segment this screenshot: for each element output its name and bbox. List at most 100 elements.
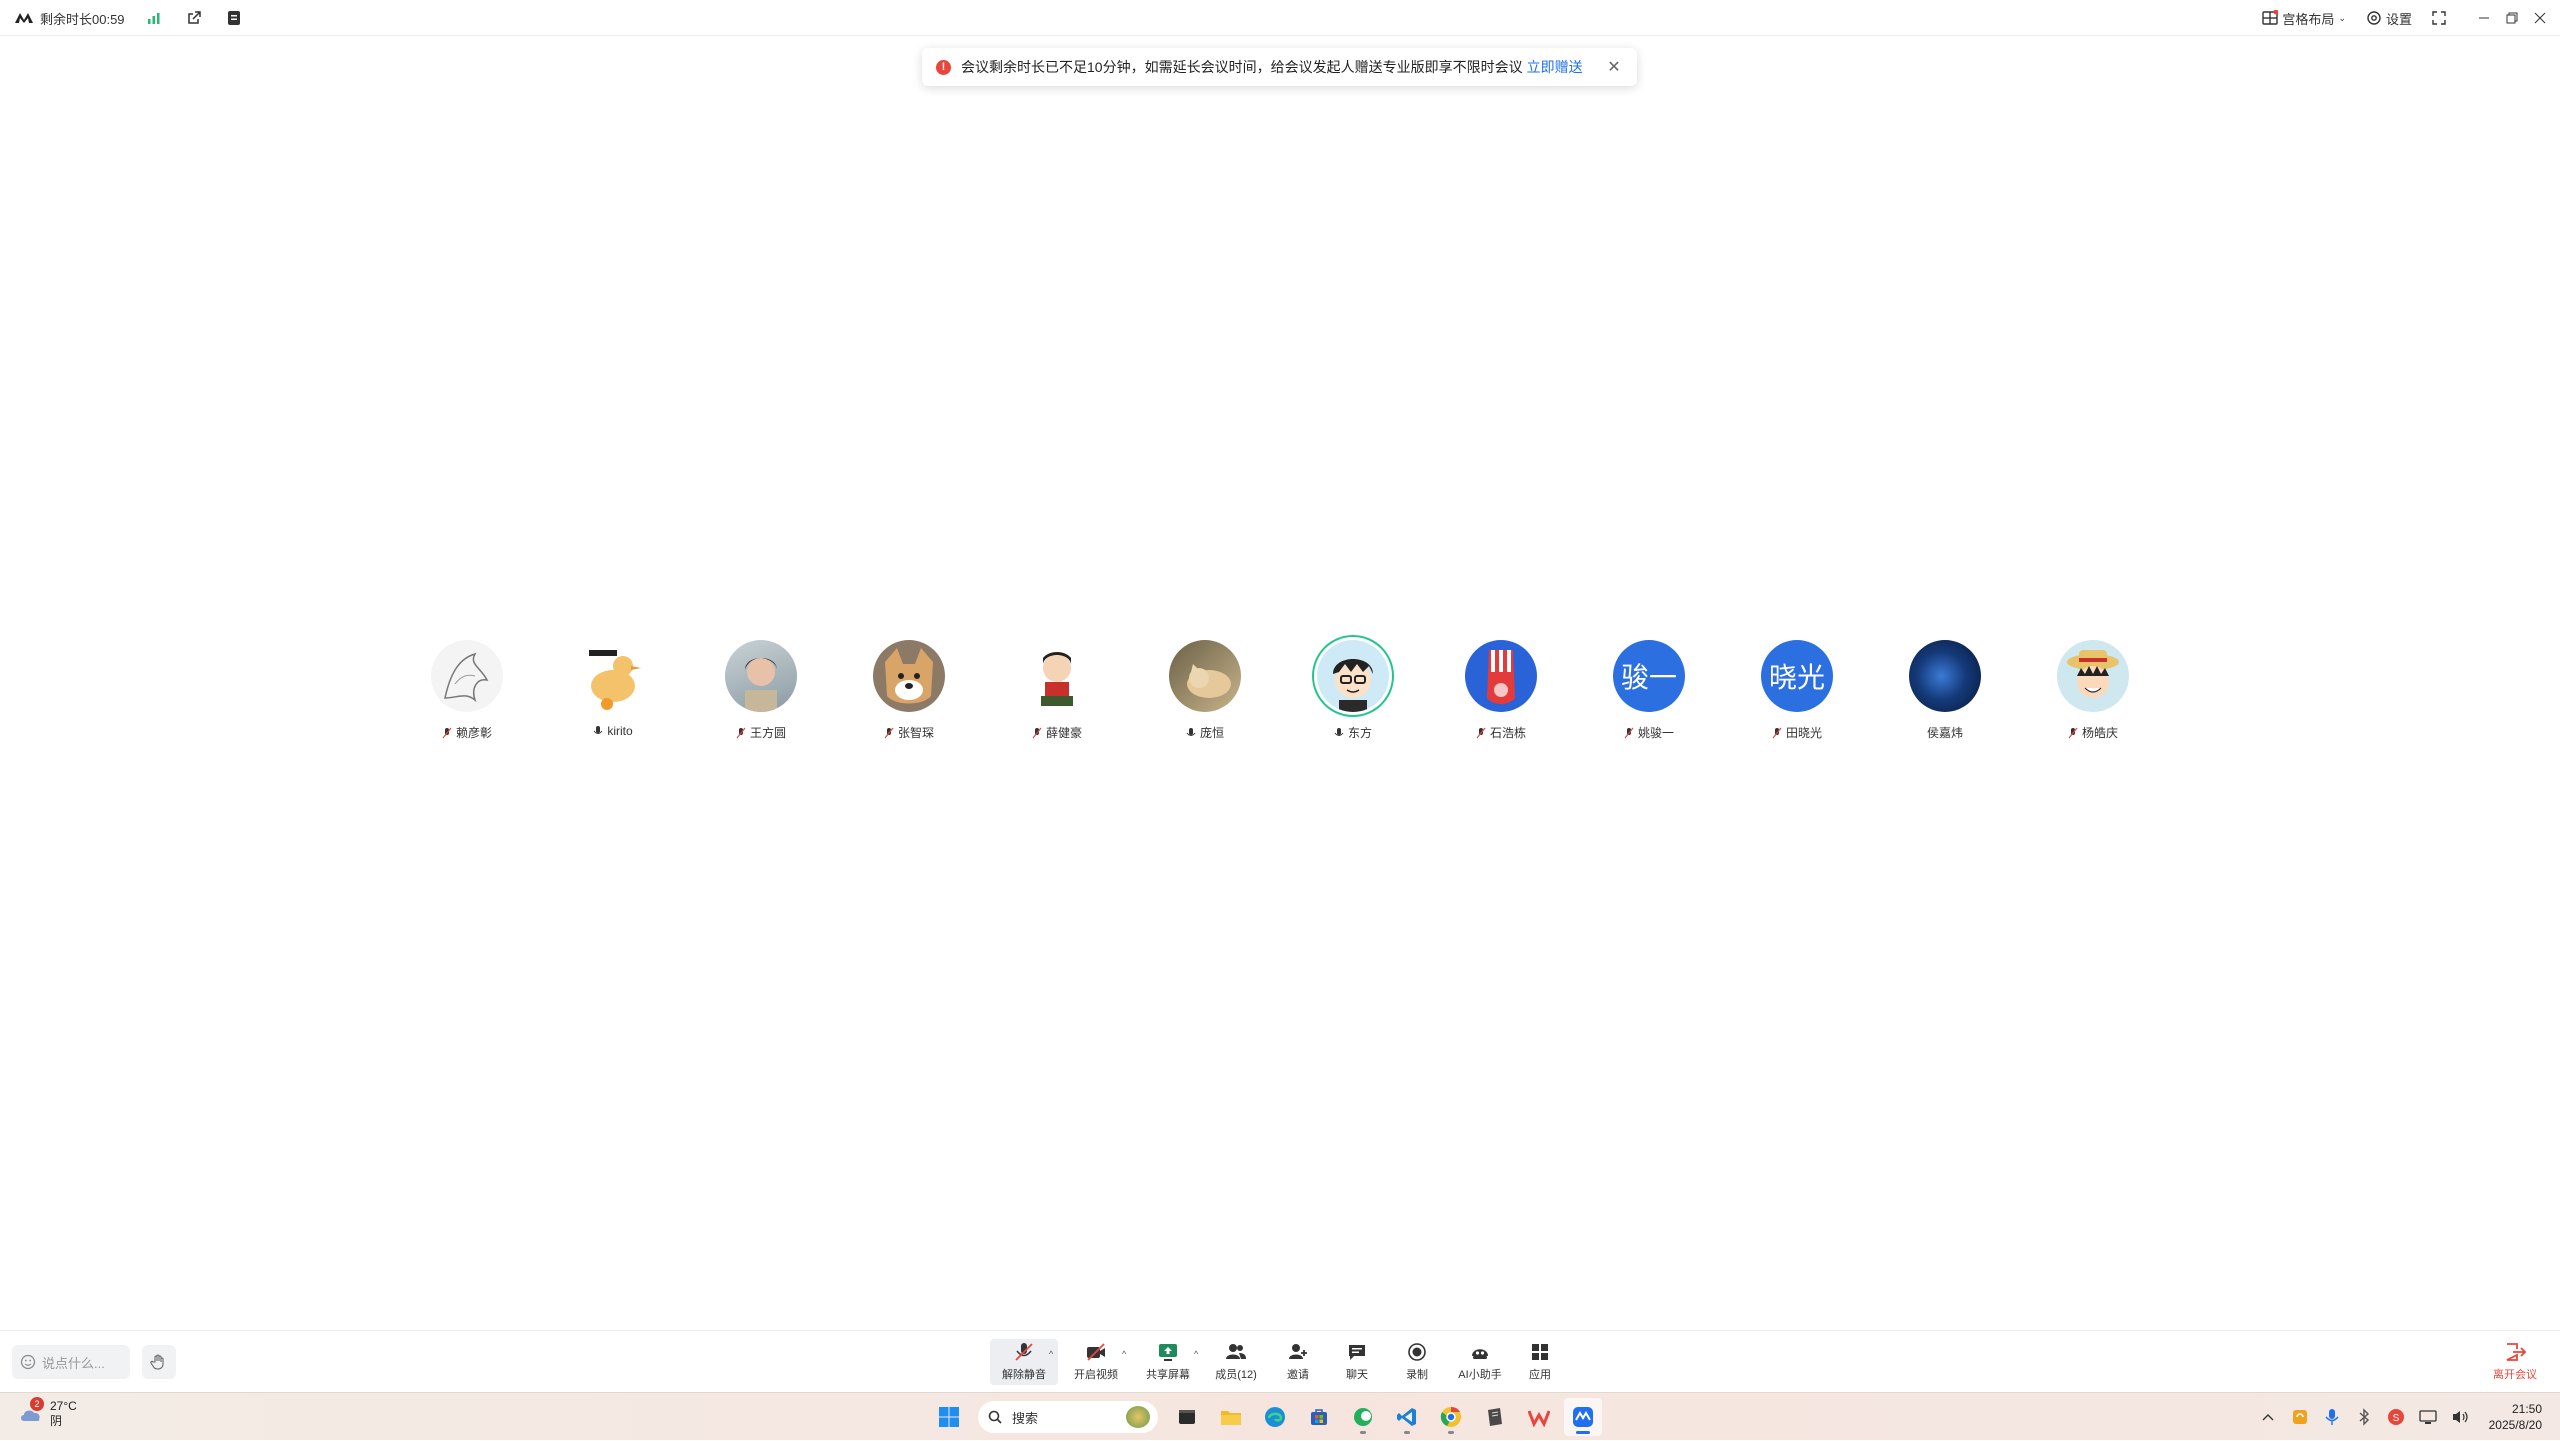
start-button[interactable] [930,1398,968,1436]
mic-muted-icon [884,727,894,738]
notes-icon[interactable] [223,7,245,29]
participant-name: 庞恒 [1199,726,1224,740]
weather-widget[interactable]: 2 27°C 阴 [18,1397,77,1429]
mic-icon [1186,727,1196,736]
share-screen-icon [1159,1344,1177,1361]
apps-icon [1532,1344,1548,1360]
taskbar-search[interactable]: 搜索 [978,1401,1158,1433]
leave-icon [2506,1343,2527,1361]
avatar [1021,640,1093,712]
layout-button[interactable]: 宫格布局 ⌄ [2252,0,2356,36]
raise-hand-button[interactable] [142,1345,176,1379]
participant-tile[interactable]: 王方圆 [696,640,826,741]
tray-network[interactable] [2417,1406,2439,1428]
start-video-button[interactable]: 开启视频 [1064,1339,1128,1385]
restore-button[interactable] [2498,0,2526,36]
signal-icon[interactable] [143,7,165,29]
participant-tile[interactable]: 赖彦彰 [402,640,532,741]
avatar [1465,640,1537,712]
participant-tile[interactable]: 侯嘉炜 [1880,640,2010,741]
participant-tile[interactable]: 杨皓庆 [2028,640,2158,741]
restore-icon [2506,12,2518,24]
gift-now-link[interactable]: 立即赠送 [1527,57,1583,77]
participant-name: kirito [607,724,633,738]
search-label: 搜索 [1012,1410,1039,1426]
chat-button[interactable]: 聊天 [1325,1339,1389,1385]
settings-button[interactable]: 设置 [2356,0,2422,36]
warning-icon: ! [936,59,951,75]
participant-tile[interactable]: 庞恒 [1140,640,1270,741]
avatar [1317,640,1389,712]
minimize-button[interactable] [2470,0,2498,36]
participant-tile[interactable]: kirito [548,640,678,738]
taskbar-app-chrome[interactable] [1432,1398,1470,1436]
tray-sync[interactable] [2289,1406,2311,1428]
participant-grid: 赖彦彰 kirito 王方圆 张智琛 薛健豪 庞恒 东方 石浩栋 骏一 姚骏一 … [0,640,2560,760]
chevron-down-icon: ⌄ [2338,12,2346,23]
chevron-up-icon [2262,1414,2274,1421]
tray-overflow-button[interactable] [2257,1406,2279,1428]
mic-muted-icon [1032,727,1042,738]
unmute-button[interactable]: 解除静音 [990,1339,1058,1385]
tray-input-method[interactable]: S [2385,1406,2407,1428]
toast-close-button[interactable]: ✕ [1605,58,1623,76]
taskbar-app-edge[interactable] [1256,1398,1294,1436]
participant-tile[interactable]: 晓光 田晓光 [1732,640,1862,741]
app-logo-icon [15,13,33,23]
video-options-caret[interactable]: ^ [1122,1349,1126,1359]
participant-tile[interactable]: 骏一 姚骏一 [1584,640,1714,741]
ai-assistant-button[interactable]: AI小助手 [1448,1339,1512,1385]
meeting-app-icon [1573,1407,1593,1427]
members-label: 成员(12) [1215,1369,1257,1381]
os-taskbar: 2 27°C 阴 搜索 S 21:50 2025/8/20 [0,1392,2560,1440]
taskbar-app-vscode[interactable] [1388,1398,1426,1436]
tray-clock[interactable]: 21:50 2025/8/20 [2489,1401,2542,1433]
system-tray: S 21:50 2025/8/20 [2257,1393,2542,1441]
taskbar-app-notes[interactable] [1476,1398,1514,1436]
fullscreen-button[interactable] [2422,0,2456,36]
avatar [725,640,797,712]
close-window-button[interactable] [2526,0,2554,36]
members-button[interactable]: 成员(12) [1204,1339,1268,1385]
share-options-caret[interactable]: ^ [1194,1349,1198,1359]
windows-logo-icon [939,1407,959,1427]
mic-muted-icon [2068,727,2078,738]
participant-tile[interactable]: 石浩栋 [1436,640,1566,741]
avatar [1169,640,1241,712]
notes-app-icon [1488,1408,1502,1426]
participant-tile[interactable]: 东方 [1288,640,1418,741]
audio-options-caret[interactable]: ^ [1049,1349,1053,1359]
temperature: 27°C [50,1399,77,1413]
mic-icon [593,726,603,734]
taskbar-app-terminal[interactable] [1168,1398,1206,1436]
taskbar-app-wps[interactable] [1520,1398,1558,1436]
avatar: 骏一 [1613,640,1685,712]
share-link-icon[interactable] [183,7,205,29]
tray-bluetooth[interactable] [2353,1406,2375,1428]
browser-icon [1440,1406,1461,1427]
meeting-toolbar: 说点什么... 解除静音 ^ 开启视频 ^ 共享屏幕 ^ 成员(12) 邀请 聊… [0,1330,2560,1392]
tray-mic[interactable] [2321,1406,2343,1428]
participant-tile[interactable]: 薛健豪 [992,640,1122,741]
participant-name: 赖彦彰 [455,726,492,740]
video-label: 开启视频 [1074,1369,1118,1381]
terminal-icon [1179,1410,1195,1424]
leave-meeting-button[interactable]: 离开会议 [2490,1339,2540,1385]
taskbar-app-meeting[interactable] [1564,1398,1602,1436]
participant-name: 薛健豪 [1045,726,1082,740]
avatar [431,640,503,712]
invite-label: 邀请 [1287,1369,1309,1381]
network-icon [2418,1410,2437,1424]
apps-button[interactable]: 应用 [1508,1339,1572,1385]
participant-tile[interactable]: 张智琛 [844,640,974,741]
video-off-icon [1087,1343,1105,1361]
record-button[interactable]: 录制 [1385,1339,1449,1385]
tray-volume[interactable] [2449,1406,2471,1428]
taskbar-app-files[interactable] [1212,1398,1250,1436]
taskbar-app-wechat[interactable] [1344,1398,1382,1436]
store-icon [1311,1409,1327,1425]
share-screen-button[interactable]: 共享屏幕 [1136,1339,1200,1385]
chat-quick-input[interactable]: 说点什么... [12,1345,130,1379]
invite-button[interactable]: 邀请 [1266,1339,1330,1385]
taskbar-app-store[interactable] [1300,1398,1338,1436]
